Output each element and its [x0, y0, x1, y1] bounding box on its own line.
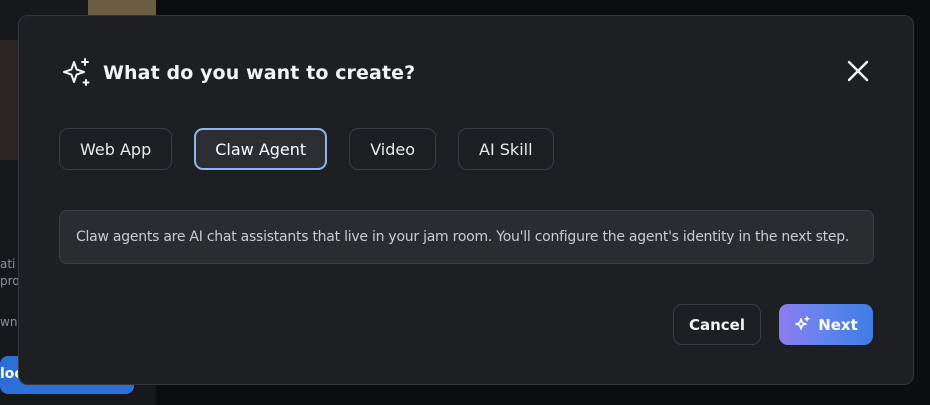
background-text-line: pro: [0, 274, 18, 288]
background-text-line: wne: [0, 315, 18, 329]
tab-web-app[interactable]: Web App: [59, 128, 173, 170]
cancel-button[interactable]: Cancel: [673, 304, 761, 345]
dialog-title: What do you want to create?: [103, 62, 416, 84]
background-image: [0, 40, 20, 160]
close-button[interactable]: [843, 58, 873, 88]
dialog-header: What do you want to create?: [59, 56, 873, 90]
create-dialog: What do you want to create? Web App Claw…: [18, 15, 914, 385]
sparkle-icon: [59, 56, 93, 90]
tab-claw-agent[interactable]: Claw Agent: [194, 128, 328, 170]
tab-video[interactable]: Video: [349, 128, 437, 170]
sparkle-icon: [794, 316, 811, 333]
tab-ai-skill[interactable]: AI Skill: [458, 128, 554, 170]
next-button[interactable]: Next: [779, 304, 873, 345]
create-type-tabs: Web App Claw Agent Video AI Skill: [59, 128, 554, 170]
close-icon: [847, 60, 869, 86]
type-description: Claw agents are AI chat assistants that …: [59, 210, 874, 264]
background-text-line: ati: [0, 257, 16, 271]
dialog-footer: Cancel Next: [673, 304, 873, 345]
next-button-label: Next: [818, 315, 858, 334]
